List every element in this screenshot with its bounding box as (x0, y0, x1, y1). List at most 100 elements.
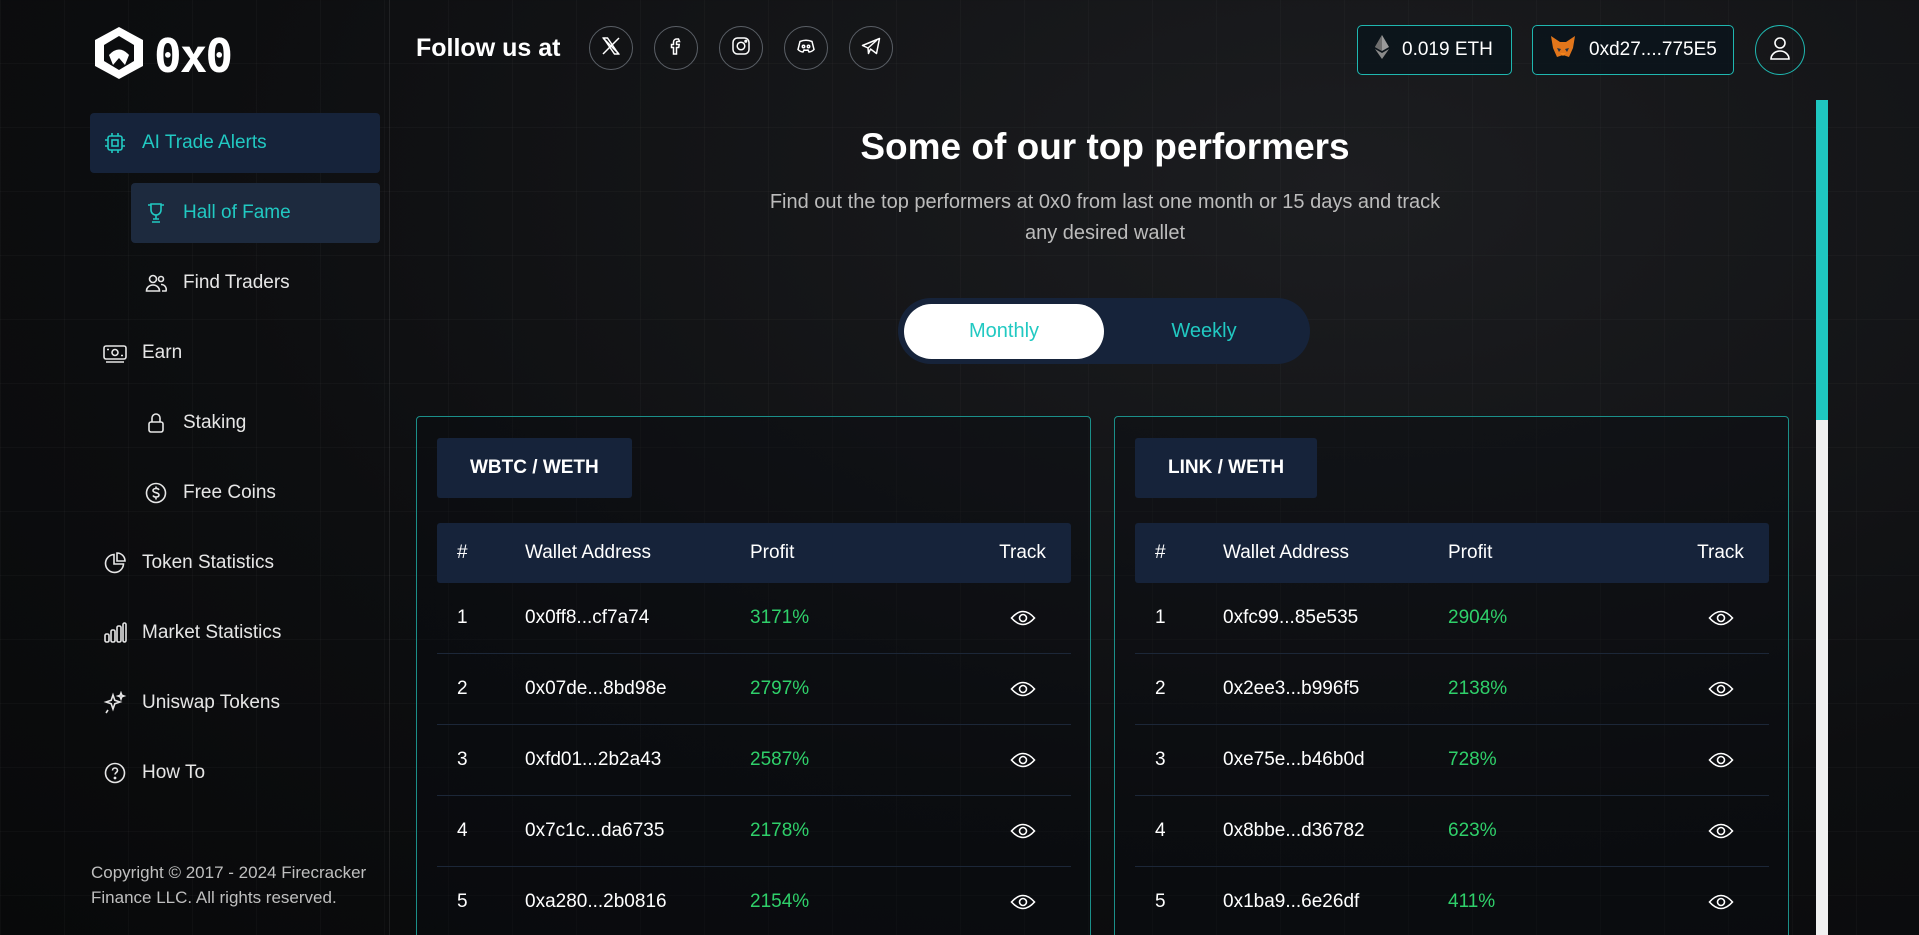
monthly-toggle-button[interactable]: Monthly (904, 303, 1104, 359)
eye-icon[interactable] (1707, 680, 1734, 698)
sidebar-item-how-to[interactable]: How To (90, 743, 380, 803)
discord-icon (795, 35, 817, 62)
rank-cell: 2 (1155, 678, 1166, 699)
profile-button[interactable] (1755, 25, 1805, 75)
column-header-track: Track (999, 542, 1046, 563)
column-header-rank: # (1155, 542, 1166, 563)
trophy-icon (143, 200, 169, 226)
profit-cell: 2178% (750, 820, 810, 841)
scrollbar-thumb[interactable] (1816, 100, 1828, 420)
chip-icon (102, 130, 128, 156)
table-row: 5 0xa280...2b0816 2154% (437, 867, 1071, 935)
wallet-cell: 0xfc99...85e535 (1223, 607, 1359, 628)
sidebar-item-find-traders[interactable]: Find Traders (131, 253, 380, 313)
column-header-profit: Profit (1448, 542, 1493, 563)
wallet-address-button[interactable]: 0xd27....775E5 (1532, 25, 1734, 75)
wallet-cell: 0x07de...8bd98e (525, 678, 667, 699)
pie-chart-icon (102, 550, 128, 576)
eye-icon[interactable] (1707, 822, 1734, 840)
x-social-button[interactable] (589, 26, 634, 70)
sidebar-item-label: Token Statistics (142, 552, 274, 573)
facebook-social-button[interactable] (654, 26, 699, 70)
sidebar-item-label: Hall of Fame (183, 202, 291, 223)
metamask-fox-icon (1549, 34, 1577, 66)
user-icon (1768, 35, 1792, 66)
sparkles-icon (102, 690, 128, 716)
rank-cell: 5 (457, 891, 468, 912)
column-header-profit: Profit (750, 542, 795, 563)
table-row: 2 0x07de...8bd98e 2797% (437, 654, 1071, 725)
sidebar: 0x0 AI Trade Alerts Hall of Fame Find Tr… (0, 0, 390, 935)
table-body: 1 0xfc99...85e535 2904% 2 0x2ee3...b996f… (1135, 583, 1769, 935)
sidebar-item-market-statistics[interactable]: Market Statistics (90, 603, 380, 663)
rank-cell: 4 (457, 820, 468, 841)
table-row: 3 0xe75e...b46b0d 728% (1135, 725, 1769, 796)
wallet-cell: 0x2ee3...b996f5 (1223, 678, 1360, 699)
sidebar-item-token-statistics[interactable]: Token Statistics (90, 533, 380, 593)
profit-cell: 2904% (1448, 607, 1508, 628)
eye-icon[interactable] (1009, 893, 1036, 911)
eye-icon[interactable] (1009, 822, 1036, 840)
eth-balance-button[interactable]: 0.019 ETH (1357, 25, 1512, 75)
follow-us-bar: Follow us at (416, 26, 894, 70)
wallet-cell: 0x1ba9...6e26df (1223, 891, 1360, 912)
eye-icon[interactable] (1009, 609, 1036, 627)
rank-cell: 1 (1155, 607, 1166, 628)
sidebar-item-label: Uniswap Tokens (142, 692, 281, 713)
sidebar-item-label: How To (142, 762, 206, 783)
column-header-wallet: Wallet Address (525, 542, 652, 563)
rank-cell: 2 (457, 678, 468, 699)
eye-icon[interactable] (1009, 751, 1036, 769)
rank-cell: 4 (1155, 820, 1166, 841)
column-header-wallet: Wallet Address (1223, 542, 1350, 563)
profit-cell: 623% (1448, 820, 1497, 841)
table-body: 1 0x0ff8...cf7a74 3171% 2 0x07de...8bd98… (437, 583, 1071, 935)
rank-cell: 1 (457, 607, 468, 628)
profit-cell: 411% (1448, 891, 1496, 912)
table-header: # Wallet Address Profit Track (1135, 523, 1769, 583)
weekly-toggle-button[interactable]: Weekly (1104, 304, 1304, 359)
wallet-cell: 0x8bbe...d36782 (1223, 820, 1365, 841)
profit-cell: 3171% (750, 607, 810, 628)
wallet-cell: 0x7c1c...da6735 (525, 820, 665, 841)
table-row: 3 0xfd01...2b2a43 2587% (437, 725, 1071, 796)
sidebar-item-ai-trade-alerts[interactable]: AI Trade Alerts (90, 113, 380, 173)
sidebar-item-label: Find Traders (183, 272, 290, 293)
facebook-icon (666, 36, 686, 61)
table-row: 1 0xfc99...85e535 2904% (1135, 583, 1769, 654)
table-row: 4 0x8bbe...d36782 623% (1135, 796, 1769, 867)
page-subtitle: Find out the top performers at 0x0 from … (769, 191, 1441, 244)
follow-us-label: Follow us at (416, 33, 561, 62)
period-toggle: Monthly Weekly (898, 298, 1310, 364)
instagram-icon (730, 35, 752, 62)
sidebar-item-free-coins[interactable]: Free Coins (131, 463, 380, 523)
pair-tab[interactable]: WBTC / WETH (437, 438, 632, 498)
column-header-rank: # (457, 542, 468, 563)
sidebar-item-earn[interactable]: Earn (90, 323, 380, 383)
profit-cell: 2154% (750, 891, 810, 912)
sidebar-item-label: Earn (142, 342, 183, 363)
sidebar-item-staking[interactable]: Staking (131, 393, 380, 453)
eye-icon[interactable] (1707, 609, 1734, 627)
column-header-track: Track (1697, 542, 1744, 563)
profit-cell: 2587% (750, 749, 810, 770)
brand-logo[interactable]: 0x0 (90, 24, 233, 87)
discord-social-button[interactable] (784, 26, 829, 70)
pair-tab[interactable]: LINK / WETH (1135, 438, 1318, 498)
instagram-social-button[interactable] (719, 26, 764, 70)
sidebar-item-uniswap-tokens[interactable]: Uniswap Tokens (90, 673, 380, 733)
eye-icon[interactable] (1707, 751, 1734, 769)
telegram-social-button[interactable] (849, 26, 894, 70)
eye-icon[interactable] (1707, 893, 1734, 911)
page-title: Some of our top performers (860, 126, 1350, 167)
wallet-cell: 0xe75e...b46b0d (1223, 749, 1365, 770)
table-row: 1 0x0ff8...cf7a74 3171% (437, 583, 1071, 654)
users-icon (143, 270, 169, 296)
eye-icon[interactable] (1009, 680, 1036, 698)
performers-panel-link: LINK / WETH # Wallet Address Profit Trac… (1114, 416, 1789, 935)
wallet-address: 0xd27....775E5 (1589, 39, 1717, 60)
table-row: 4 0x7c1c...da6735 2178% (437, 796, 1071, 867)
table-row: 2 0x2ee3...b996f5 2138% (1135, 654, 1769, 725)
sidebar-item-hall-of-fame[interactable]: Hall of Fame (131, 183, 380, 243)
wallet-cell: 0x0ff8...cf7a74 (525, 607, 650, 628)
